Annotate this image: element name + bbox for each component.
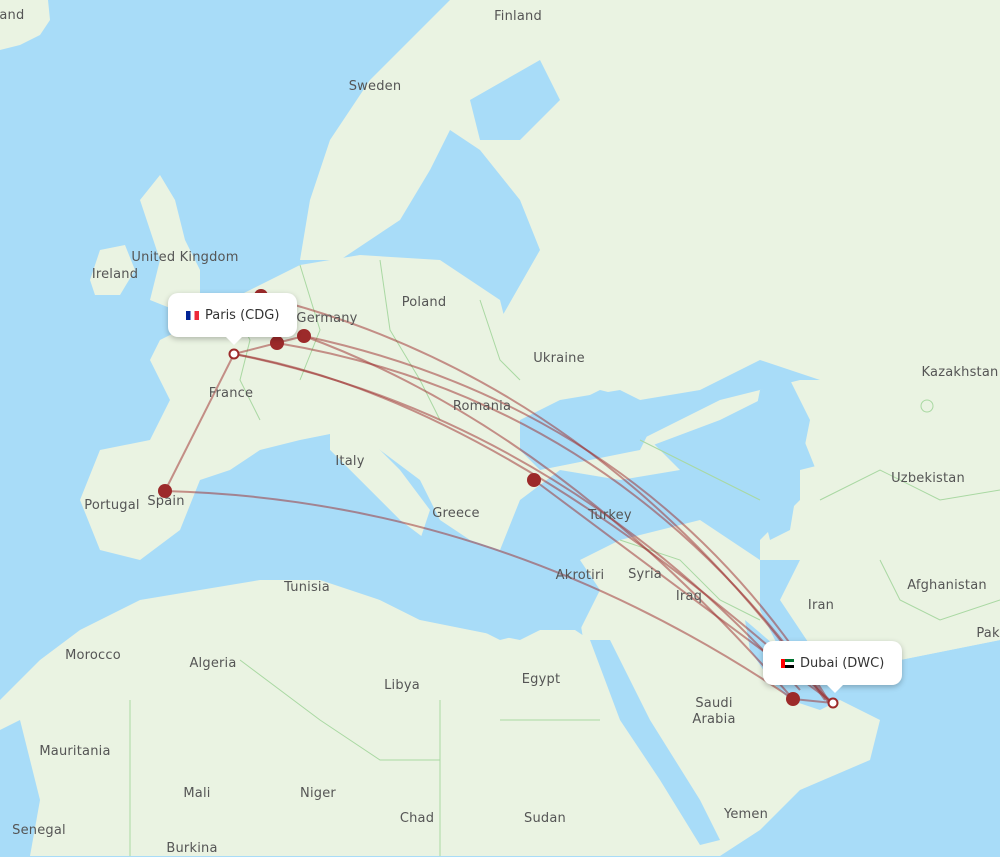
origin-airport-name: Paris (CDG) [205,307,280,323]
land-great-britain [140,175,200,310]
origin-marker-cdg[interactable] [228,348,240,360]
destination-airport-tooltip[interactable]: Dubai (DWC) [763,641,903,693]
country-label-finland: Finland [494,9,542,24]
country-label-akrotiri: Akrotiri [555,568,605,583]
country-label-uk: United Kingdom [131,250,239,265]
country-label-portugal: Portugal [84,498,140,513]
country-label-mali: Mali [183,786,211,801]
country-label-sudan: Sudan [524,811,566,826]
country-label-chad: Chad [399,811,435,826]
country-label-egypt: Egypt [521,672,561,687]
country-label-spain: Spain [147,494,185,509]
country-label-romania: Romania [452,399,512,414]
country-label-burkina: Burkina [166,841,218,856]
country-label-syria: Syria [628,567,662,582]
country-label-turkey: Turkey [588,508,632,523]
country-label-yemen: Yemen [723,807,769,822]
country-label-greece: Greece [432,506,480,521]
baltic-sea [420,170,500,260]
country-label-uzbekistan: Uzbekistan [891,471,965,486]
country-label-sweden: Sweden [348,79,402,94]
country-label-iraq: Iraq [675,589,703,604]
country-label-poland: Poland [401,295,447,310]
country-label-pakistan: Pak [976,626,1000,641]
uae-flag-icon [781,658,794,668]
airport-marker-istanbul[interactable] [527,473,541,487]
destination-airport-name: Dubai (DWC) [800,655,885,671]
country-label-saudi-arabia: Saudi Arabia [692,696,736,727]
destination-marker-dwc[interactable] [827,697,839,709]
country-label-libya: Libya [384,678,420,693]
country-label-morocco: Morocco [65,648,121,663]
france-flag-icon [186,310,199,320]
airport-marker-brussels[interactable] [270,336,284,350]
country-label-iceland: land [0,8,25,23]
flight-route-map[interactable]: land Finland Sweden United Kingdom Ireland Po… [0,0,1000,856]
map-canvas[interactable] [0,0,1000,856]
country-label-germany: Germany [296,311,358,326]
country-label-algeria: Algeria [189,656,237,671]
origin-airport-tooltip[interactable]: Paris (CDG) [168,293,298,345]
country-label-ukraine: Ukraine [533,351,585,366]
country-label-senegal: Senegal [12,823,66,838]
airport-marker-germany[interactable] [297,329,311,343]
country-label-iran: Iran [807,598,835,613]
country-label-niger: Niger [300,786,336,801]
airport-marker-gulf[interactable] [786,692,800,706]
country-label-france: France [208,386,254,401]
country-label-afghanistan: Afghanistan [907,578,987,593]
country-label-tunisia: Tunisia [284,580,330,595]
country-label-ireland: Ireland [91,267,139,282]
country-label-kazakhstan: Kazakhstan [921,365,999,380]
country-label-italy: Italy [335,454,365,469]
country-label-mauritania: Mauritania [39,744,111,759]
